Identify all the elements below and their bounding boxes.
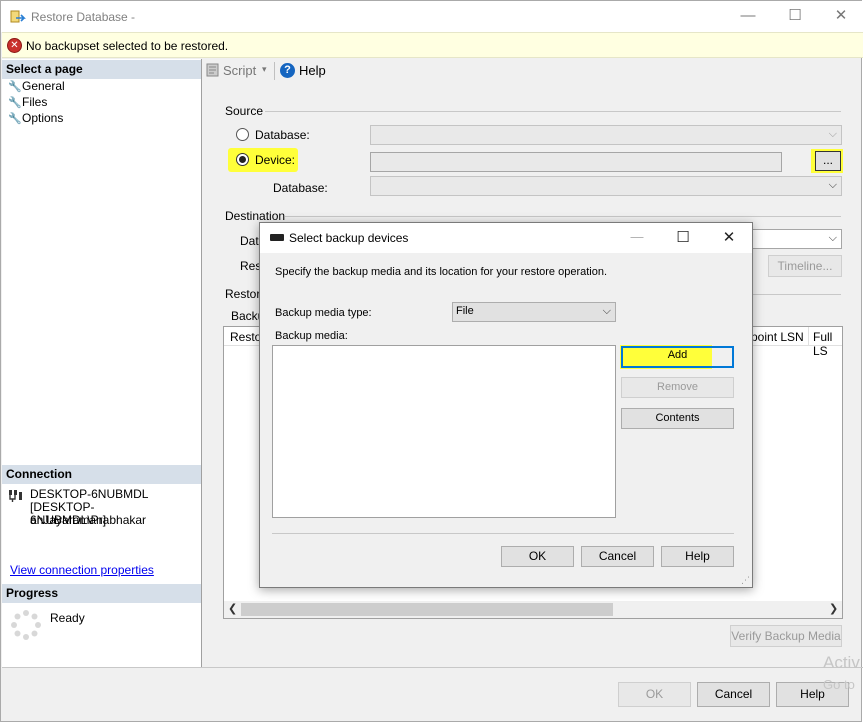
column-separator	[808, 327, 809, 346]
dialog-description: Specify the backup media and its locatio…	[275, 266, 608, 278]
select-page-header: Select a page	[2, 60, 201, 79]
ok-button[interactable]: OK	[618, 682, 691, 707]
page-item-general[interactable]: 🔧General	[8, 78, 65, 94]
chevron-down-icon: ⌵	[828, 232, 837, 244]
page-item-label: General	[22, 79, 65, 93]
activation-watermark-sub: Go to	[823, 677, 855, 692]
contents-button[interactable]: Contents	[621, 408, 734, 429]
dialog-help-button[interactable]: Help	[661, 546, 734, 567]
dialog-title-bar: Select backup devices — ☐ ✕	[260, 223, 752, 253]
divider	[2, 667, 863, 668]
source-database-select[interactable]: ⌵	[370, 125, 842, 145]
script-button[interactable]: Script	[223, 63, 256, 78]
select-backup-devices-dialog: Select backup devices — ☐ ✕ Specify the …	[259, 222, 753, 588]
scroll-left-icon[interactable]: ❮	[228, 602, 237, 615]
dialog-close-button[interactable]: ✕	[714, 228, 744, 246]
window-title: Restore Database -	[31, 10, 136, 24]
scrollbar-thumb[interactable]	[241, 603, 613, 616]
backup-media-label: Backup media:	[275, 330, 348, 342]
chevron-down-icon: ⌵	[828, 179, 837, 191]
device-database-label: Database:	[273, 181, 328, 195]
database-restore-icon	[10, 9, 26, 25]
title-bar: Restore Database - — ☐ ✕	[1, 1, 863, 32]
activation-watermark: Activ	[823, 653, 860, 672]
media-type-select[interactable]: File ⌵	[452, 302, 616, 322]
chevron-down-icon: ⌵	[602, 305, 611, 317]
backup-media-list[interactable]	[272, 345, 616, 518]
device-radio-label: Device:	[255, 153, 296, 167]
verify-backup-media-button[interactable]: Verify Backup Media	[730, 625, 842, 647]
progress-status: Ready	[50, 611, 85, 625]
error-icon: ✕	[7, 38, 22, 53]
view-connection-properties-link[interactable]: View connection properties	[10, 563, 154, 577]
help-icon: ?	[280, 63, 295, 78]
divider	[285, 216, 841, 217]
media-type-label: Backup media type:	[275, 307, 372, 319]
dialog-minimize-button[interactable]: —	[622, 229, 652, 244]
dialog-ok-button[interactable]: OK	[501, 546, 574, 567]
page-item-label: Files	[22, 95, 48, 109]
column-header-checkpoint-lsn[interactable]: point LSN	[751, 330, 804, 344]
device-radio[interactable]	[236, 153, 249, 166]
column-header-full-lsn[interactable]: Full LS	[813, 330, 842, 358]
divider	[265, 111, 841, 112]
browse-device-button[interactable]: ...	[815, 151, 841, 171]
connection-icon	[8, 489, 24, 503]
database-radio[interactable]	[236, 128, 249, 141]
connection-header: Connection	[2, 465, 201, 484]
wrench-icon: 🔧	[8, 113, 22, 125]
scroll-right-icon[interactable]: ❯	[829, 602, 838, 615]
wrench-icon: 🔧	[8, 81, 22, 93]
help-toolbar-button[interactable]: Help	[299, 63, 326, 78]
error-message-bar: ✕ No backupset selected to be restored.	[2, 32, 863, 58]
cancel-button[interactable]: Cancel	[697, 682, 770, 707]
dialog-maximize-button[interactable]: ☐	[668, 228, 698, 246]
toolbar: Script ▾ ? Help	[203, 59, 863, 85]
source-label: Source	[225, 104, 264, 118]
radio-selected-dot	[239, 156, 246, 163]
progress-header: Progress	[2, 584, 201, 603]
minimize-button[interactable]: —	[725, 5, 771, 29]
destination-database-select[interactable]: ⌵	[751, 229, 842, 249]
divider	[272, 533, 734, 534]
dialog-cancel-button[interactable]: Cancel	[581, 546, 654, 567]
maximize-button[interactable]: ☐	[772, 5, 818, 29]
timeline-button[interactable]: Timeline...	[768, 255, 842, 277]
connection-user: anJayaraman]	[30, 513, 107, 527]
page-item-files[interactable]: 🔧Files	[8, 94, 47, 110]
chevron-down-icon[interactable]: ▾	[262, 64, 267, 75]
media-type-value: File	[456, 305, 474, 317]
horizontal-scrollbar[interactable]: ❮ ❯	[224, 601, 842, 618]
remove-button[interactable]: Remove	[621, 377, 734, 398]
left-pane: Select a page 🔧General 🔧Files 🔧Options C…	[2, 59, 202, 667]
destination-label: Destination	[225, 209, 286, 223]
device-path-field[interactable]	[370, 152, 782, 172]
page-item-label: Options	[22, 111, 64, 125]
device-database-select[interactable]: ⌵	[370, 176, 842, 196]
toolbar-separator	[274, 62, 275, 80]
resize-grip-icon[interactable]: ⋰	[741, 575, 750, 586]
progress-spinner-icon	[10, 609, 42, 641]
dialog-title: Select backup devices	[289, 231, 409, 245]
script-icon	[206, 63, 220, 77]
close-button[interactable]: ✕	[818, 5, 864, 29]
error-message: No backupset selected to be restored.	[26, 39, 229, 53]
page-item-options[interactable]: 🔧Options	[8, 110, 63, 126]
tape-device-icon	[270, 234, 284, 241]
add-button-label: Add	[667, 349, 688, 361]
database-radio-label: Database:	[255, 128, 310, 142]
add-button[interactable]: Add	[621, 346, 734, 368]
wrench-icon: 🔧	[8, 97, 22, 109]
chevron-down-icon: ⌵	[828, 128, 837, 140]
divider	[751, 294, 841, 295]
